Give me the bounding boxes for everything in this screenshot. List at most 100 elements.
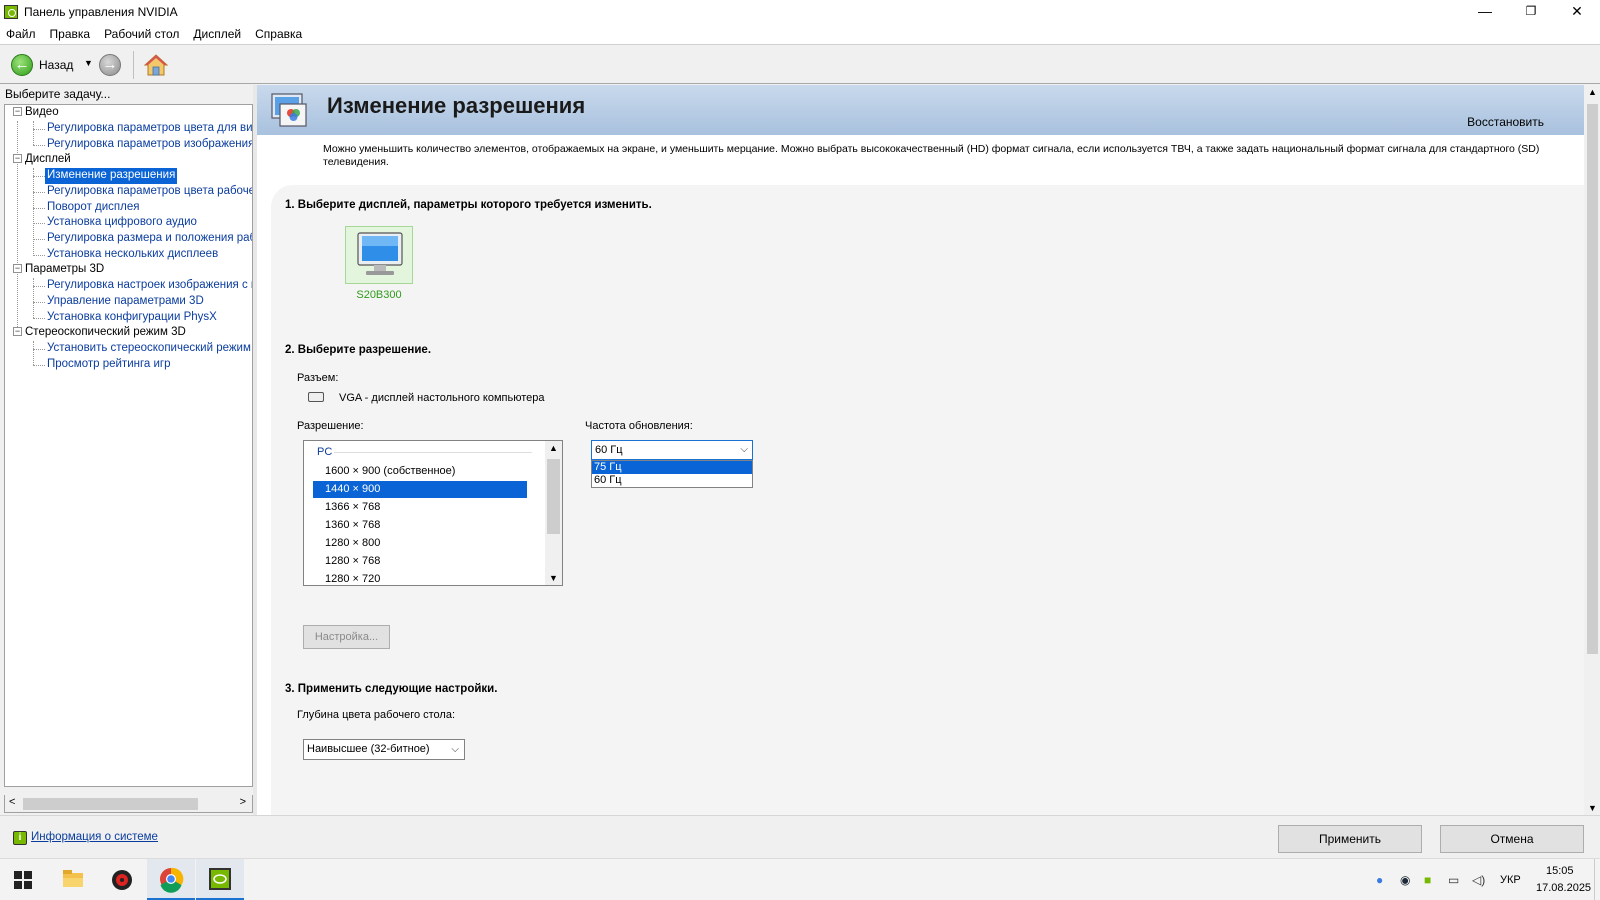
resolution-option[interactable]: 1360 × 768: [313, 517, 527, 534]
tree-item-manage-3d[interactable]: Управление параметрами 3D: [45, 294, 206, 310]
tree-item-video-color[interactable]: Регулировка параметров цвета для вид: [45, 121, 252, 137]
clock-time[interactable]: 15:05: [1546, 865, 1574, 877]
refresh-rate-select[interactable]: 60 Гц ⌵: [591, 440, 753, 460]
system-info-link[interactable]: Информация о системе: [31, 831, 158, 843]
language-indicator[interactable]: УКР: [1500, 874, 1521, 886]
color-depth-value: Наивысшее (32-битное): [307, 743, 430, 755]
tree-item-3d-image[interactable]: Регулировка настроек изображения с пр: [45, 278, 252, 294]
resolution-list[interactable]: PC 1600 × 900 (собственное) 1440 × 900 1…: [303, 440, 563, 586]
start-button[interactable]: [0, 859, 48, 900]
steam-icon[interactable]: ◉: [1400, 873, 1410, 887]
scrollbar-thumb[interactable]: [1587, 104, 1598, 654]
collapse-icon[interactable]: −: [13, 264, 22, 273]
scroll-down-icon[interactable]: ▼: [549, 573, 558, 583]
chevron-down-icon[interactable]: ⌵: [451, 740, 459, 759]
scroll-right-icon[interactable]: >: [240, 796, 246, 808]
step-2-heading: 2. Выберите разрешение.: [285, 344, 432, 356]
tree-category-video[interactable]: − Видео: [5, 105, 59, 121]
forward-arrow-icon[interactable]: →: [99, 54, 121, 76]
tree-item-rotate-display[interactable]: Поворот дисплея: [45, 200, 141, 216]
volume-icon[interactable]: ◁): [1472, 873, 1485, 887]
title-bar: Панель управления NVIDIA — ❐ ✕: [0, 0, 1600, 24]
display-tile[interactable]: [345, 226, 413, 284]
color-depth-select[interactable]: Наивысшее (32-битное) ⌵: [303, 739, 465, 760]
tree-item-game-ratings[interactable]: Просмотр рейтинга игр: [45, 357, 173, 373]
tree-category-display[interactable]: − Дисплей: [5, 152, 71, 168]
menu-edit[interactable]: Правка: [50, 27, 91, 41]
resolution-option[interactable]: 1280 × 768: [313, 553, 527, 570]
nvidia-app-icon: [4, 5, 18, 19]
menu-desktop[interactable]: Рабочий стол: [104, 27, 179, 41]
main-vertical-scrollbar[interactable]: ▲ ▼: [1584, 85, 1600, 815]
scrollbar-thumb[interactable]: [23, 798, 198, 810]
resolution-label: Разрешение:: [297, 420, 364, 432]
maximize-button[interactable]: ❐: [1508, 0, 1554, 24]
refresh-option-highlighted[interactable]: 75 Гц: [592, 461, 752, 474]
monitor-icon: [357, 232, 403, 275]
minimize-button[interactable]: —: [1462, 0, 1508, 24]
system-info-icon[interactable]: i: [13, 831, 27, 845]
chevron-down-icon[interactable]: ⌵: [740, 441, 748, 459]
scrollbar-thumb[interactable]: [547, 459, 560, 534]
menu-file[interactable]: Файл: [6, 27, 36, 41]
page-header: Изменение разрешения Восстановить: [257, 85, 1584, 135]
nvidia-tray-icon[interactable]: ■: [1424, 873, 1431, 887]
main-panel: Изменение разрешения Восстановить Можно …: [257, 85, 1584, 815]
menu-help[interactable]: Справка: [255, 27, 302, 41]
tree-item-multiple-displays[interactable]: Установка нескольких дисплеев: [45, 247, 220, 263]
collapse-icon[interactable]: −: [13, 107, 22, 116]
taskbar-chrome[interactable]: [147, 859, 195, 900]
customize-button[interactable]: Настройка...: [303, 625, 390, 649]
resolution-option[interactable]: 1280 × 720: [313, 571, 527, 585]
tree-category-stereo-3d[interactable]: − Стереоскопический режим 3D: [5, 325, 186, 341]
cancel-button[interactable]: Отмена: [1440, 825, 1584, 853]
tree-category-label: Дисплей: [25, 153, 71, 165]
tree-category-3d[interactable]: − Параметры 3D: [5, 262, 104, 278]
tree-category-label: Стереоскопический режим 3D: [25, 326, 186, 338]
close-button[interactable]: ✕: [1554, 0, 1600, 24]
back-arrow-icon[interactable]: ←: [11, 54, 33, 76]
taskbar-file-explorer[interactable]: [49, 859, 97, 900]
collapse-icon[interactable]: −: [13, 154, 22, 163]
clock-date[interactable]: 17.08.2025: [1536, 882, 1591, 894]
scroll-up-icon[interactable]: ▲: [1588, 87, 1597, 97]
taskbar: ● ◉ ■ ▭ ◁) УКР 15:05 17.08.2025: [0, 858, 1600, 900]
network-icon[interactable]: ▭: [1448, 873, 1459, 887]
resolution-option[interactable]: 1600 × 900 (собственное): [313, 463, 527, 480]
display-name[interactable]: S20B300: [347, 289, 411, 301]
taskbar-nvidia[interactable]: [196, 859, 244, 900]
taskbar-red-app[interactable]: [98, 859, 146, 900]
scroll-left-icon[interactable]: <: [9, 796, 15, 808]
restore-defaults-link[interactable]: Восстановить: [1467, 115, 1544, 129]
collapse-icon[interactable]: −: [13, 327, 22, 336]
shield-icon[interactable]: ●: [1376, 873, 1383, 887]
menu-display[interactable]: Дисплей: [193, 27, 241, 41]
apply-button[interactable]: Применить: [1278, 825, 1422, 853]
vga-connector-icon: [308, 392, 324, 402]
scroll-up-icon[interactable]: ▲: [549, 443, 558, 453]
file-explorer-icon: [63, 870, 83, 887]
page-description: Можно уменьшить количество элементов, от…: [323, 143, 1540, 168]
tree-item-set-stereo[interactable]: Установить стереоскопический режим 3: [45, 341, 252, 357]
tree-item-video-image[interactable]: Регулировка параметров изображения д: [45, 137, 252, 153]
refresh-option[interactable]: 60 Гц: [592, 474, 752, 487]
resolution-option[interactable]: 1366 × 768: [313, 499, 527, 516]
show-desktop-button[interactable]: [1594, 859, 1600, 900]
back-history-dropdown-icon[interactable]: ▼: [84, 58, 93, 68]
page-title: Изменение разрешения: [327, 93, 586, 118]
tree-item-desktop-size[interactable]: Регулировка размера и положения рабо: [45, 231, 252, 247]
tree-item-desktop-color[interactable]: Регулировка параметров цвета рабочег: [45, 184, 252, 200]
resolution-option-selected[interactable]: 1440 × 900: [313, 481, 527, 498]
home-icon[interactable]: [143, 52, 169, 78]
tree-item-change-resolution[interactable]: Изменение разрешения: [45, 168, 178, 184]
resolution-list-scrollbar[interactable]: ▲ ▼: [545, 441, 562, 585]
scroll-down-icon[interactable]: ▼: [1588, 803, 1597, 813]
tree-item-physx[interactable]: Установка конфигурации PhysX: [45, 310, 219, 326]
chrome-icon: [160, 867, 184, 893]
tree-horizontal-scrollbar[interactable]: < >: [4, 795, 253, 813]
task-selector-header: Выберите задачу...: [5, 87, 111, 101]
red-app-icon: [112, 870, 132, 890]
back-button-label[interactable]: Назад: [39, 58, 73, 72]
tree-item-digital-audio[interactable]: Установка цифрового аудио: [45, 215, 199, 231]
resolution-option[interactable]: 1280 × 800: [313, 535, 527, 552]
